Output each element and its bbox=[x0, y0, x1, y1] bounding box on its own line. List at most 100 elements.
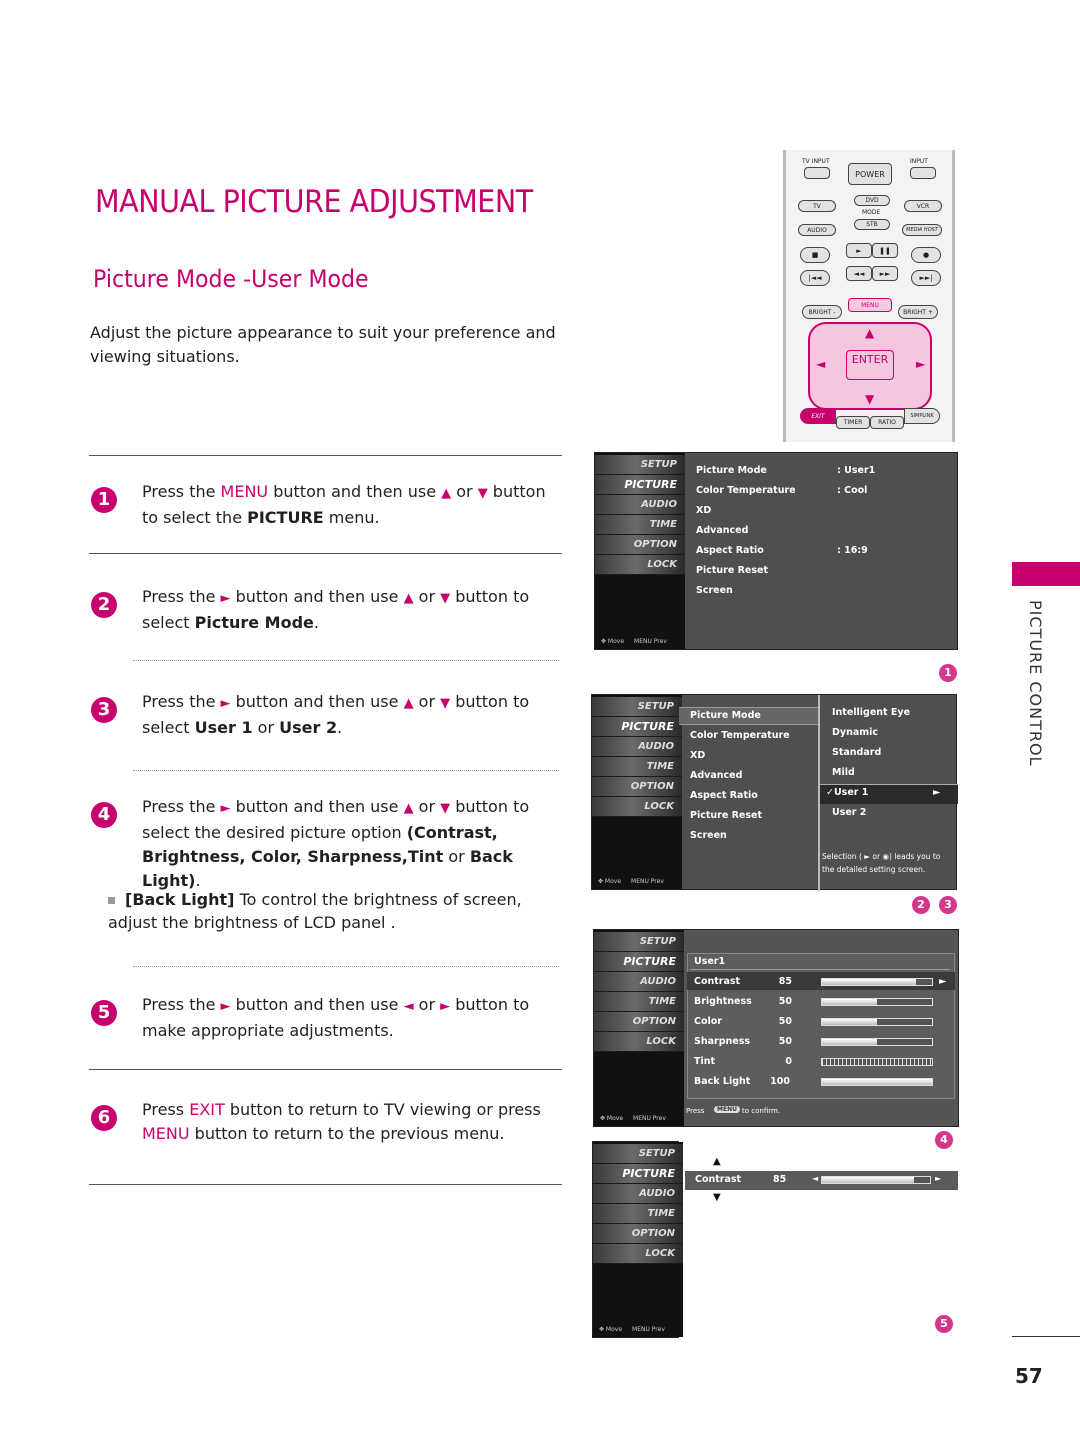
menu-item-label[interactable]: Aspect Ratio bbox=[690, 790, 758, 801]
osd-tab-picture[interactable]: PICTURE bbox=[593, 1164, 683, 1184]
osd-tab-setup[interactable]: SETUP bbox=[593, 1144, 683, 1164]
menu-item-value: : User1 bbox=[837, 465, 876, 476]
osd-tab-setup[interactable]: SETUP bbox=[592, 697, 682, 717]
contrast-adjust-bar[interactable]: Contrast 85 ◄ ► bbox=[685, 1171, 958, 1190]
osd-tab-picture[interactable]: PICTURE bbox=[595, 475, 685, 495]
dotted-divider bbox=[133, 966, 559, 967]
osd-tab-time[interactable]: TIME bbox=[592, 757, 682, 777]
exit-button[interactable]: EXIT bbox=[800, 408, 836, 424]
menu-item-label[interactable]: Screen bbox=[696, 585, 733, 596]
bright-plus-button[interactable]: BRIGHT + bbox=[898, 305, 938, 319]
menu-item-label[interactable]: Aspect Ratio bbox=[696, 545, 764, 556]
divider bbox=[89, 1069, 562, 1070]
menu-item-label[interactable]: Picture Mode bbox=[690, 710, 761, 721]
increase-arrow-icon[interactable]: ► bbox=[935, 1174, 941, 1183]
stb-mode-button[interactable]: STB bbox=[854, 219, 890, 230]
setting-slider[interactable] bbox=[821, 1018, 933, 1026]
input-button[interactable] bbox=[910, 167, 936, 179]
audio-mode-button[interactable]: AUDIO bbox=[798, 224, 836, 236]
ratio-button[interactable]: RATIO bbox=[870, 416, 904, 429]
fast-forward-button[interactable]: ►► bbox=[872, 266, 898, 281]
picture-mode-option[interactable]: Standard bbox=[832, 747, 881, 758]
contrast-slider[interactable] bbox=[821, 1176, 931, 1184]
nav-up-button[interactable]: ▲ bbox=[865, 326, 874, 340]
osd-tab-option[interactable]: OPTION bbox=[594, 1012, 684, 1032]
menu-button[interactable]: MENU bbox=[848, 298, 892, 312]
setting-label[interactable]: Brightness bbox=[694, 996, 752, 1007]
record-button[interactable]: ● bbox=[911, 247, 941, 263]
decrease-arrow-icon[interactable]: ◄ bbox=[812, 1174, 818, 1183]
setting-slider[interactable] bbox=[821, 1078, 933, 1086]
osd-tab-setup[interactable]: SETUP bbox=[595, 455, 685, 475]
setting-slider[interactable] bbox=[821, 998, 933, 1006]
osd-tab-time[interactable]: TIME bbox=[593, 1204, 683, 1224]
picture-mode-option[interactable]: Intelligent Eye bbox=[832, 707, 910, 718]
osd-tab-lock[interactable]: LOCK bbox=[593, 1244, 683, 1264]
skip-forward-button[interactable]: ►►| bbox=[911, 270, 941, 286]
osd-tab-option[interactable]: OPTION bbox=[592, 777, 682, 797]
menu-item-label[interactable]: Advanced bbox=[696, 525, 748, 536]
osd-tab-time[interactable]: TIME bbox=[595, 515, 685, 535]
osd-tab-audio[interactable]: AUDIO bbox=[592, 737, 682, 757]
simplink-button[interactable]: SIMPLINK bbox=[904, 408, 940, 424]
media-host-button[interactable]: MEDIA HOST bbox=[902, 224, 942, 236]
osd-screen-picture-mode: SETUP PICTURE AUDIO TIME OPTION LOCK ✥ Move MEN… bbox=[591, 694, 958, 891]
osd-tab-time[interactable]: TIME bbox=[594, 992, 684, 1012]
setting-slider[interactable] bbox=[821, 1058, 933, 1066]
osd-tab-picture[interactable]: PICTURE bbox=[594, 952, 684, 972]
text-fragment: Press the bbox=[142, 797, 221, 816]
osd-tab-audio[interactable]: AUDIO bbox=[593, 1184, 683, 1204]
bright-minus-button[interactable]: BRIGHT - bbox=[802, 305, 842, 319]
setting-label[interactable]: Sharpness bbox=[694, 1036, 750, 1047]
osd-tab-setup[interactable]: SETUP bbox=[594, 932, 684, 952]
dvd-mode-button[interactable]: DVD bbox=[854, 195, 890, 206]
section-subtitle: Picture Mode -User Mode bbox=[93, 265, 369, 293]
picture-mode-option[interactable]: Mild bbox=[832, 767, 855, 778]
power-button[interactable]: POWER bbox=[848, 163, 892, 185]
osd-tab-picture[interactable]: PICTURE bbox=[592, 717, 682, 737]
nav-down-button[interactable]: ▼ bbox=[865, 392, 874, 406]
picture-mode-option[interactable]: ✓User 1 bbox=[826, 787, 868, 798]
menu-item-label[interactable]: XD bbox=[690, 750, 705, 761]
setting-label[interactable]: Back Light bbox=[694, 1076, 750, 1087]
osd-tab-audio[interactable]: AUDIO bbox=[594, 972, 684, 992]
setting-slider[interactable] bbox=[821, 1038, 933, 1046]
stop-button[interactable]: ■ bbox=[800, 247, 830, 263]
rewind-button[interactable]: ◄◄ bbox=[846, 266, 872, 281]
play-button[interactable]: ► bbox=[846, 243, 872, 258]
setting-label[interactable]: Color bbox=[694, 1016, 722, 1027]
timer-button[interactable]: TIMER bbox=[836, 416, 870, 429]
menu-item-label[interactable]: Advanced bbox=[690, 770, 742, 781]
setting-slider[interactable] bbox=[821, 978, 933, 986]
text-fragment: or bbox=[252, 718, 280, 737]
tv-mode-button[interactable]: TV bbox=[798, 200, 836, 212]
nav-right-button[interactable]: ► bbox=[916, 357, 925, 371]
setting-label[interactable]: Contrast bbox=[694, 976, 740, 987]
vcr-mode-button[interactable]: VCR bbox=[904, 200, 942, 212]
menu-item-label[interactable]: Picture Mode bbox=[696, 465, 767, 476]
setting-value: 100 bbox=[770, 1076, 790, 1087]
osd-tab-lock[interactable]: LOCK bbox=[592, 797, 682, 817]
section-tab-label: PICTURE CONTROL bbox=[1026, 600, 1045, 767]
pause-button[interactable]: ❚❚ bbox=[872, 243, 898, 258]
osd-tab-option[interactable]: OPTION bbox=[595, 535, 685, 555]
text-fragment: button to return to TV viewing or press bbox=[224, 1100, 541, 1119]
osd-tab-audio[interactable]: AUDIO bbox=[595, 495, 685, 515]
picture-mode-option[interactable]: Dynamic bbox=[832, 727, 878, 738]
picture-mode-option[interactable]: User 2 bbox=[832, 807, 866, 818]
skip-back-button[interactable]: |◄◄ bbox=[800, 270, 830, 286]
nav-left-button[interactable]: ◄ bbox=[816, 357, 825, 371]
menu-item-label[interactable]: Color Temperature bbox=[690, 730, 790, 741]
osd-tab-lock[interactable]: LOCK bbox=[595, 555, 685, 575]
menu-item-label[interactable]: Picture Reset bbox=[696, 565, 768, 576]
menu-item-label[interactable]: Picture Reset bbox=[690, 810, 762, 821]
menu-item-label[interactable]: XD bbox=[696, 505, 711, 516]
menu-item-label[interactable]: Screen bbox=[690, 830, 727, 841]
setting-label[interactable]: Tint bbox=[694, 1056, 715, 1067]
enter-button[interactable]: ENTER bbox=[846, 350, 894, 380]
tv-input-button[interactable] bbox=[804, 167, 830, 179]
osd-tab-lock[interactable]: LOCK bbox=[594, 1032, 684, 1052]
text-fragment: button to return to the previous menu. bbox=[189, 1124, 505, 1143]
menu-item-label[interactable]: Color Temperature bbox=[696, 485, 796, 496]
osd-tab-option[interactable]: OPTION bbox=[593, 1224, 683, 1244]
